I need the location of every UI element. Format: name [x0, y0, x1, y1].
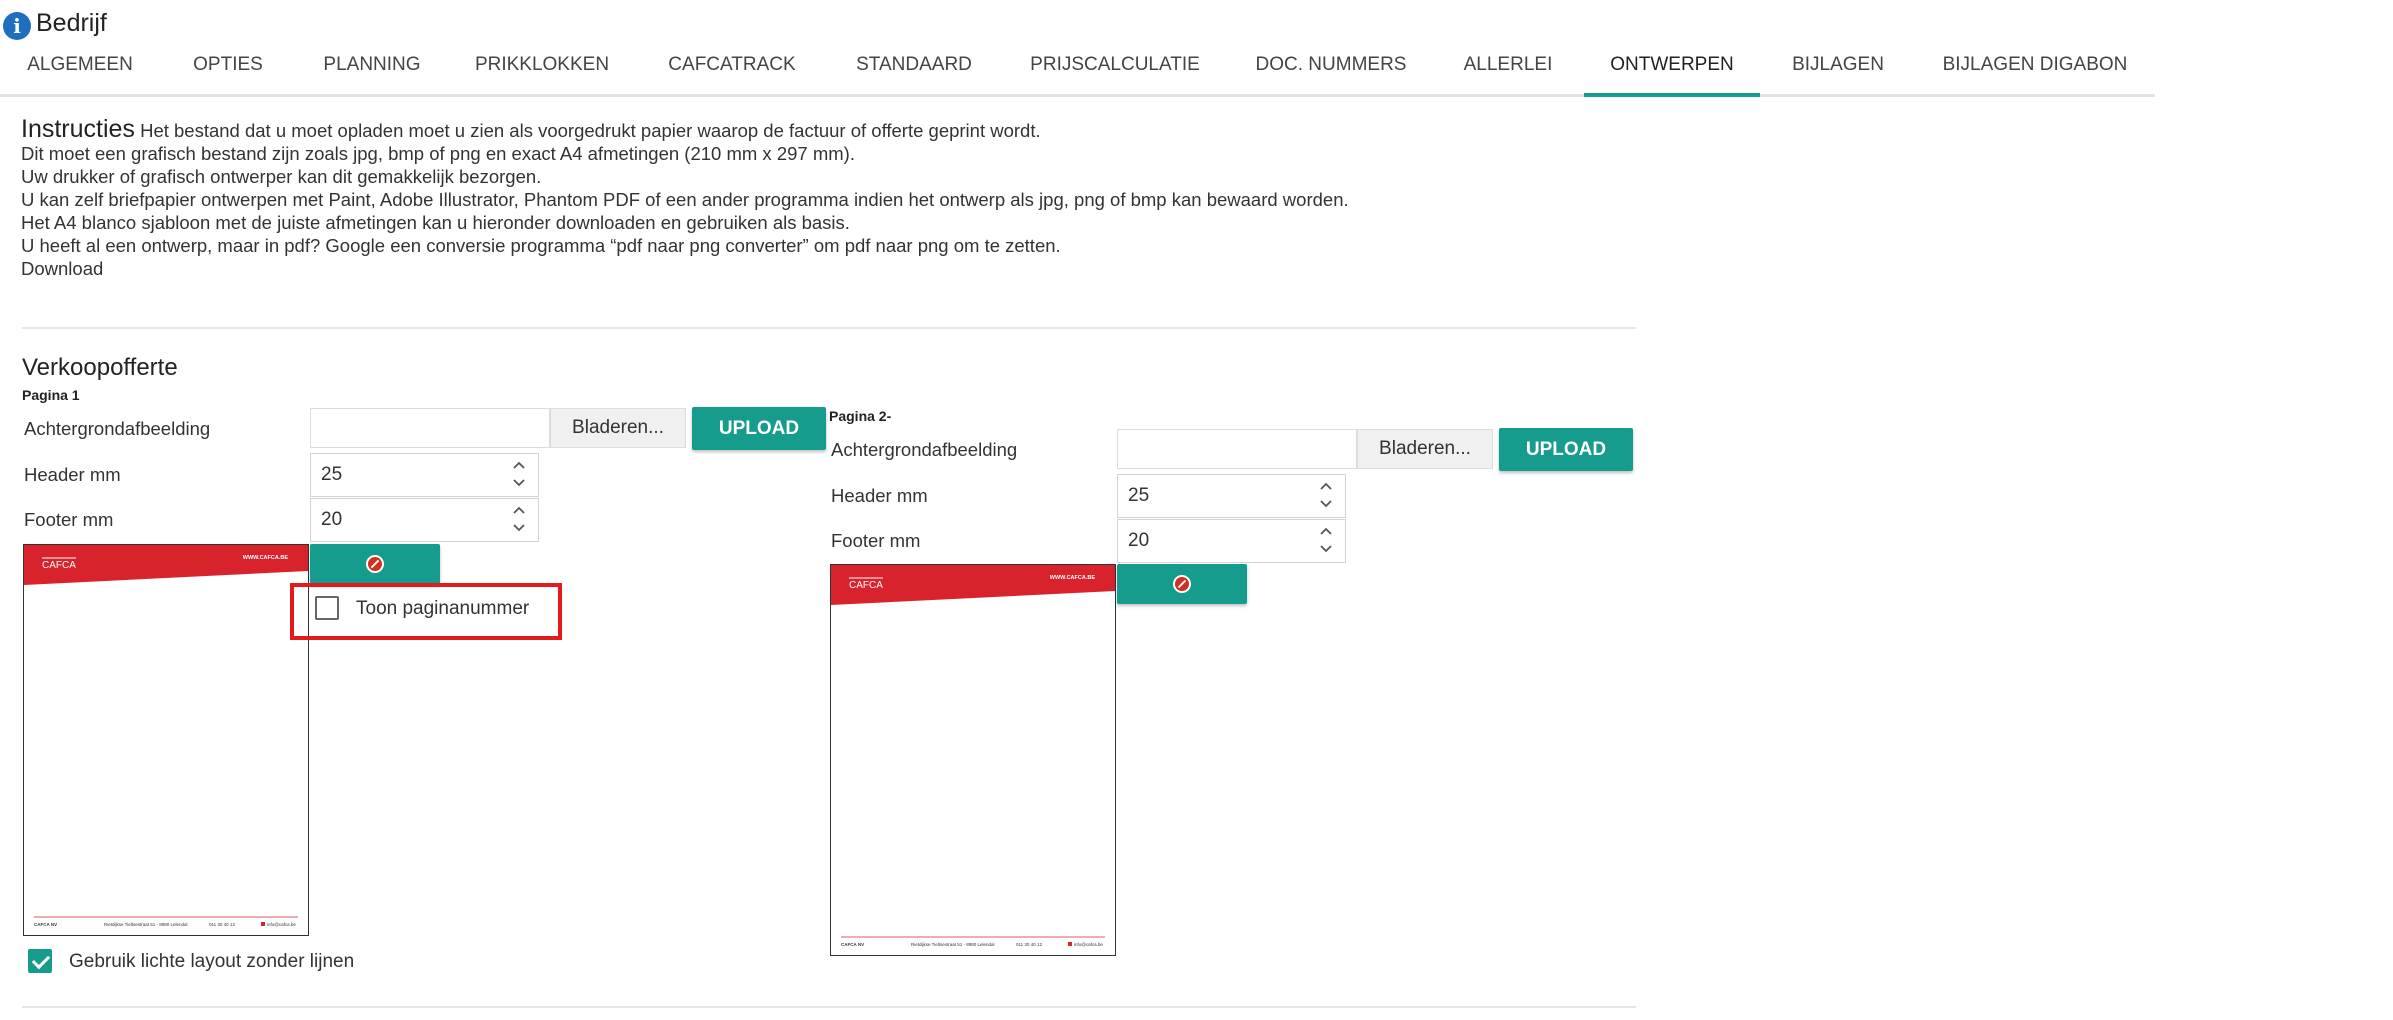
page1-upload-button[interactable]: UPLOAD: [692, 407, 826, 450]
page1-preview-image: CAFCA WWW.CAFCA.BE CAFCA NV Rietdijkse T…: [23, 544, 309, 936]
preview-footer-phone: 011 30 40 12: [209, 922, 235, 927]
preview-footer-email: info@cafca.be: [267, 922, 296, 927]
page2-header-input[interactable]: 25: [1117, 474, 1346, 518]
page1-delete-button[interactable]: [310, 544, 440, 584]
spinner-icon[interactable]: [512, 504, 526, 534]
page2-footer-label: Footer mm: [831, 530, 921, 551]
section-title: Verkoopofferte: [22, 354, 178, 381]
preview-logo: CAFCA: [42, 560, 76, 571]
tab-algemeen[interactable]: ALGEMEEN: [0, 46, 160, 94]
page2-header-label: Header mm: [831, 485, 928, 506]
preview-website: WWW.CAFCA.BE: [243, 555, 289, 561]
preview-footer-address: Rietdijkse Tieltsestraat 51 - 8980 Lelen…: [104, 922, 188, 927]
page1-label: Pagina 1: [22, 387, 80, 403]
divider: [22, 1006, 1636, 1008]
instructions: Instructies Het bestand dat u moet oplad…: [21, 115, 1521, 280]
download-link[interactable]: Download: [21, 257, 1521, 280]
tab-opties[interactable]: OPTIES: [160, 46, 296, 94]
page1-background-label: Achtergrondafbeelding: [24, 418, 211, 439]
preview-footer-company: CAFCA NV: [34, 922, 57, 927]
page2-footer-value: 20: [1128, 530, 1150, 551]
preview-footer-phone: 011 30 40 12: [1016, 942, 1042, 947]
info-icon: i: [3, 12, 31, 40]
show-page-number-label: Toon paginanummer: [356, 598, 530, 619]
divider: [22, 327, 1636, 329]
tab-bar: ALGEMEEN OPTIES PLANNING PRIKKLOKKEN CAF…: [0, 46, 2155, 97]
tab-cafcatrack[interactable]: CAFCATRACK: [636, 46, 828, 94]
preview-footer-email: info@cafca.be: [1074, 942, 1103, 947]
preview-website: WWW.CAFCA.BE: [1050, 575, 1096, 581]
delete-icon: [366, 555, 384, 573]
instructions-line: U heeft al een ontwerp, maar in pdf? Goo…: [21, 235, 1061, 256]
page-title: Bedrijf: [36, 9, 107, 37]
show-page-number-checkbox[interactable]: [315, 596, 339, 620]
tab-prikklokken[interactable]: PRIKKLOKKEN: [448, 46, 636, 94]
instructions-line: Dit moet een grafisch bestand zijn zoals…: [21, 143, 855, 164]
page1-header-label: Header mm: [24, 464, 121, 485]
tab-bijlagen-digabon[interactable]: BIJLAGEN DIGABON: [1916, 46, 2154, 94]
instructions-line: U kan zelf briefpapier ontwerpen met Pai…: [21, 189, 1349, 210]
page2-preview-image: CAFCA WWW.CAFCA.BE CAFCA NV Rietdijkse T…: [830, 564, 1116, 956]
page1-footer-input[interactable]: 20: [310, 498, 539, 542]
page1-browse-button[interactable]: Bladeren...: [550, 408, 686, 448]
tab-allerlei[interactable]: ALLERLEI: [1432, 46, 1584, 94]
tab-bijlagen[interactable]: BIJLAGEN: [1760, 46, 1916, 94]
preview-logo: CAFCA: [849, 580, 883, 591]
page1-header-input[interactable]: 25: [310, 453, 539, 497]
page2-file-input[interactable]: [1117, 429, 1357, 469]
tab-planning[interactable]: PLANNING: [296, 46, 448, 94]
tab-doc-nummers[interactable]: DOC. NUMMERS: [1230, 46, 1432, 94]
page2-delete-button[interactable]: [1117, 564, 1247, 604]
page2-browse-button[interactable]: Bladeren...: [1357, 429, 1493, 469]
page2-header-value: 25: [1128, 485, 1150, 506]
tab-ontwerpen[interactable]: ONTWERPEN: [1584, 46, 1760, 97]
instructions-line: Uw drukker of grafisch ontwerper kan dit…: [21, 166, 542, 187]
instructions-line: Het bestand dat u moet opladen moet u zi…: [140, 120, 1041, 141]
preview-footer-address: Rietdijkse Tieltsestraat 51 - 8980 Lelen…: [911, 942, 995, 947]
page1-footer-label: Footer mm: [24, 509, 114, 530]
page2-background-label: Achtergrondafbeelding: [831, 439, 1018, 460]
page1-file-input[interactable]: [310, 408, 550, 448]
instructions-line: Het A4 blanco sjabloon met de juiste afm…: [21, 212, 850, 233]
page1-header-value: 25: [321, 464, 343, 485]
tab-prijscalculatie[interactable]: PRIJSCALCULATIE: [1000, 46, 1230, 94]
instructions-heading: Instructies: [21, 115, 135, 143]
page2-footer-input[interactable]: 20: [1117, 519, 1346, 563]
preview-footer-company: CAFCA NV: [841, 942, 864, 947]
light-layout-checkbox[interactable]: [28, 949, 52, 973]
delete-icon: [1173, 575, 1191, 593]
spinner-icon[interactable]: [1319, 525, 1333, 555]
light-layout-label: Gebruik lichte layout zonder lijnen: [69, 951, 355, 972]
spinner-icon[interactable]: [512, 459, 526, 489]
page2-upload-button[interactable]: UPLOAD: [1499, 428, 1633, 471]
page1-footer-value: 20: [321, 509, 343, 530]
tab-standaard[interactable]: STANDAARD: [828, 46, 1000, 94]
spinner-icon[interactable]: [1319, 480, 1333, 510]
page2-label: Pagina 2-: [829, 408, 892, 424]
